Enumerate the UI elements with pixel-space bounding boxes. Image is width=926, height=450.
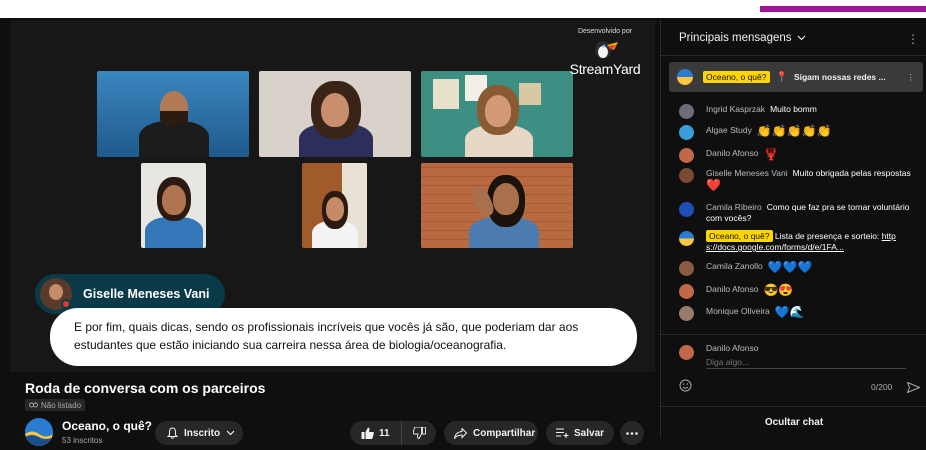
send-icon[interactable] bbox=[906, 380, 921, 398]
char-counter: 0/200 bbox=[871, 382, 893, 392]
chat-emoji: 👏👏👏👏👏 bbox=[756, 124, 832, 138]
chat-author: Giselle Meneses Vani bbox=[706, 168, 788, 178]
chat-emoji: 💙💙💙 bbox=[767, 260, 813, 274]
participant-tile bbox=[421, 163, 573, 248]
chat-author: Ingrid Kasprzak bbox=[706, 104, 766, 114]
chat-text: Muito obrigada pelas respostas bbox=[792, 168, 911, 178]
visibility-label: Não listado bbox=[41, 400, 82, 410]
chat-emoji: 😎😍 bbox=[763, 283, 794, 297]
top-accent-bar bbox=[760, 6, 926, 12]
chat-text: Lista de presença e sorteio: bbox=[774, 231, 880, 241]
chat-message: Giselle Meneses Vani Muito obrigada pelas… bbox=[679, 168, 919, 191]
chat-message: Algae Study 👏👏👏👏👏 bbox=[679, 124, 919, 140]
chat-message: Monique Oliveira 💙🌊 bbox=[679, 305, 919, 321]
like-dislike-group: 11 bbox=[350, 421, 436, 445]
chat-author: Danilo Afonso bbox=[706, 148, 759, 159]
emoji-picker-icon[interactable] bbox=[679, 379, 692, 397]
participant-tile bbox=[141, 163, 206, 248]
avatar bbox=[679, 284, 694, 299]
participant-tile bbox=[97, 71, 249, 157]
chat-emoji: 🦞 bbox=[763, 147, 779, 161]
chat-author: Oceano, o quê? bbox=[706, 230, 773, 242]
chat-input[interactable] bbox=[706, 355, 906, 369]
speaker-name: Giselle Meneses Vani bbox=[83, 287, 210, 301]
avatar bbox=[679, 148, 694, 163]
streamyard-name: StreamYard bbox=[569, 61, 641, 77]
input-username: Danilo Afonso bbox=[706, 343, 759, 353]
subscriber-count: 53 inscritos bbox=[62, 436, 103, 445]
subscribed-button[interactable]: Inscrito bbox=[155, 421, 243, 445]
avatar bbox=[679, 202, 694, 217]
chat-mode-selector[interactable]: Principais mensagens bbox=[679, 32, 806, 44]
pin-icon: 📍 bbox=[775, 71, 788, 83]
avatar bbox=[679, 306, 694, 321]
streamyard-credit: Desenvolvido por bbox=[577, 28, 633, 35]
avatar bbox=[679, 231, 694, 246]
chat-author: Algae Study bbox=[706, 125, 752, 136]
save-label: Salvar bbox=[574, 427, 605, 439]
chat-author: Danilo Afonso bbox=[706, 284, 759, 295]
live-indicator-icon bbox=[61, 299, 71, 309]
chat-header: Principais mensagens ⋮ bbox=[661, 20, 926, 56]
avatar bbox=[679, 261, 694, 276]
chat-author: Camila Zanollo bbox=[706, 261, 763, 272]
video-title: Roda de conversa com os parceiros bbox=[25, 380, 266, 396]
unlisted-badge: Não listado bbox=[25, 399, 86, 411]
chat-emoji: 💙🌊 bbox=[774, 305, 805, 319]
avatar bbox=[679, 168, 694, 183]
bell-icon bbox=[167, 427, 178, 439]
chat-message: Ingrid Kasprzak Muito bomm bbox=[679, 104, 919, 119]
chat-input-area: Danilo Afonso 0/200 bbox=[661, 334, 926, 402]
question-caption: E por fim, quais dicas, sendo os profiss… bbox=[50, 308, 637, 366]
participant-tile bbox=[259, 71, 411, 157]
live-chat-panel: Principais mensagens ⋮ Oceano, o quê? 📍 … bbox=[660, 20, 926, 438]
save-button[interactable]: Salvar bbox=[546, 421, 614, 445]
like-count: 11 bbox=[379, 427, 390, 439]
input-user-avatar bbox=[679, 345, 694, 360]
more-horizontal-icon bbox=[626, 431, 638, 435]
chat-menu-icon[interactable]: ⋮ bbox=[907, 32, 919, 46]
chat-author: Camila Ribeiro bbox=[706, 202, 762, 212]
subscribed-label: Inscrito bbox=[184, 427, 221, 439]
share-label: Compartilhar bbox=[473, 427, 536, 439]
chat-message: Danilo Afonso 😎😍 bbox=[679, 283, 919, 299]
share-button[interactable]: Compartilhar bbox=[444, 421, 538, 445]
streamyard-branding: Desenvolvido por StreamYard bbox=[565, 28, 645, 77]
pinned-menu-icon[interactable]: ⋮ bbox=[907, 72, 916, 83]
participant-tile bbox=[302, 163, 367, 248]
dislike-button[interactable] bbox=[402, 421, 436, 445]
channel-name[interactable]: Oceano, o quê? bbox=[62, 419, 152, 433]
share-icon bbox=[454, 427, 467, 439]
chat-emoji: ❤️ bbox=[706, 178, 721, 192]
chat-text: Muito bomm bbox=[770, 104, 817, 114]
streamyard-logo-icon bbox=[592, 38, 618, 60]
chat-author: Monique Oliveira bbox=[706, 306, 770, 317]
chat-message: Camila Ribeiro Como que faz pra se tornar… bbox=[679, 202, 919, 224]
channel-avatar-small bbox=[677, 69, 693, 85]
chat-mode-label: Principais mensagens bbox=[679, 31, 792, 44]
chevron-down-icon bbox=[226, 430, 235, 436]
video-player[interactable]: Desenvolvido por StreamYard Giselle Mene… bbox=[10, 20, 655, 372]
hide-chat-button[interactable]: Ocultar chat bbox=[661, 406, 926, 438]
chat-message: Camila Zanollo 💙💙💙 bbox=[679, 260, 919, 276]
save-playlist-icon bbox=[556, 428, 569, 438]
more-actions-button[interactable] bbox=[620, 421, 644, 445]
channel-avatar[interactable] bbox=[25, 418, 53, 446]
page: Desenvolvido por StreamYard Giselle Mene… bbox=[0, 0, 926, 450]
avatar bbox=[679, 125, 694, 140]
chat-message: Danilo Afonso 🦞 bbox=[679, 147, 919, 163]
chevron-down-icon bbox=[797, 35, 805, 40]
like-button[interactable]: 11 bbox=[350, 421, 402, 445]
thumbs-down-icon bbox=[412, 427, 426, 439]
chat-message: Oceano, o quê? Lista de presença e sorte… bbox=[679, 230, 919, 253]
thumbs-up-icon bbox=[361, 427, 374, 439]
avatar bbox=[679, 104, 694, 119]
pinned-message[interactable]: Oceano, o quê? 📍 Sigam nossas redes ... … bbox=[669, 62, 923, 92]
pinned-text: Sigam nossas redes ... bbox=[793, 72, 886, 82]
pinned-author: Oceano, o quê? bbox=[703, 71, 770, 83]
participant-tile bbox=[421, 71, 573, 157]
link-icon bbox=[29, 402, 38, 408]
